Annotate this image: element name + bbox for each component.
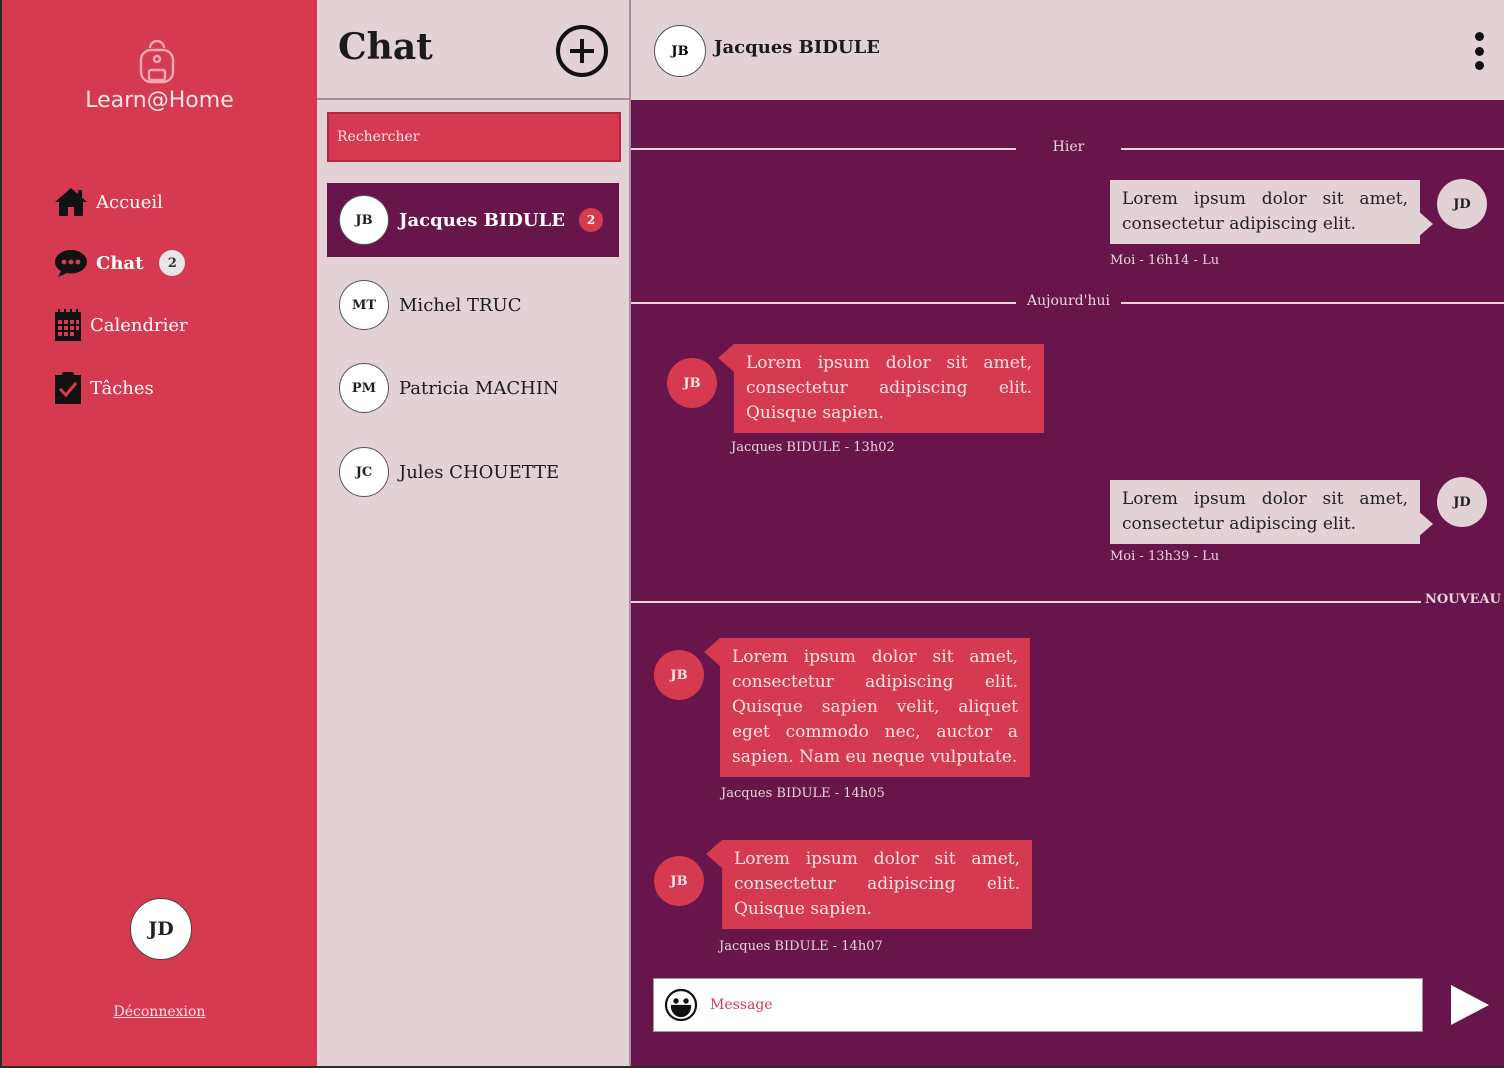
nav-label: Tâches [90, 377, 154, 399]
conversation-name: Patricia MACHIN [399, 377, 559, 399]
bubble-tail [1417, 510, 1433, 538]
message-bubble-received: Lorem ipsum dolor sit amet, consectetur … [720, 638, 1030, 777]
clipboard-check-icon [54, 371, 82, 405]
app-title: Learn@Home [85, 88, 234, 113]
message-bubble-sent: Lorem ipsum dolor sit amet, consectetur … [1110, 180, 1420, 244]
conversation-list-panel: Chat JB Jacques BIDULE 2 MT Michel TRUC … [317, 0, 629, 1066]
conversation-name: Michel TRUC [399, 294, 522, 316]
chat-header: JB Jacques BIDULE [631, 0, 1504, 100]
chat-bubble-icon [54, 246, 88, 280]
conversation-name: Jules CHOUETTE [399, 461, 560, 483]
avatar: JB [667, 358, 717, 408]
app-window: Learn@Home Accueil Chat 2 Calendrier Tâc… [2, 0, 1504, 1066]
user-avatar[interactable]: JD [130, 898, 192, 960]
page-title: Chat [338, 26, 433, 68]
calendar-icon [54, 308, 82, 342]
bubble-tail [718, 344, 734, 372]
chat-panel: JB Jacques BIDULE Hier Lorem ipsum dolor… [629, 0, 1504, 1066]
logout-link[interactable]: Déconnexion [2, 1004, 317, 1020]
message-bubble-received: Lorem ipsum dolor sit amet, consectetur … [722, 840, 1032, 929]
date-divider: Aujourd'hui [631, 293, 1504, 313]
nav-item-accueil[interactable]: Accueil [54, 184, 163, 220]
nav-item-calendrier[interactable]: Calendrier [54, 307, 188, 343]
nav-item-chat[interactable]: Chat 2 [54, 245, 186, 281]
nav-item-taches[interactable]: Tâches [54, 370, 154, 406]
sidebar: Learn@Home Accueil Chat 2 Calendrier Tâc… [2, 0, 317, 1066]
avatar: JB [654, 650, 704, 700]
conversation-item[interactable]: JC Jules CHOUETTE [327, 435, 619, 509]
contact-name: Jacques BIDULE [714, 37, 880, 58]
conversation-list-header: Chat [317, 0, 629, 100]
message-meta: Jacques BIDULE - 14h07 [719, 939, 883, 954]
bubble-tail [1417, 210, 1433, 238]
conversation-name: Jacques BIDULE [399, 209, 565, 231]
avatar: JB [654, 856, 704, 906]
avatar: JC [339, 447, 389, 497]
message-bubble-received: Lorem ipsum dolor sit amet, consectetur … [734, 344, 1044, 433]
contact-avatar[interactable]: JB [654, 25, 706, 77]
more-options-icon[interactable] [1471, 32, 1487, 70]
emoji-icon[interactable] [664, 988, 698, 1022]
message-bubble-sent: Lorem ipsum dolor sit amet, consectetur … [1110, 480, 1420, 544]
plus-circle-icon[interactable] [555, 24, 609, 78]
bubble-tail [704, 638, 720, 666]
new-messages-divider: NOUVEAU [631, 592, 1504, 612]
conversation-item[interactable]: MT Michel TRUC [327, 268, 619, 342]
avatar: MT [339, 280, 389, 330]
message-meta: Jacques BIDULE - 14h05 [721, 786, 885, 801]
unread-badge: 2 [579, 208, 603, 232]
backpack-icon [139, 40, 175, 84]
nav-label: Chat [96, 252, 144, 274]
avatar: JB [339, 195, 389, 245]
avatar: PM [339, 363, 389, 413]
search-input[interactable] [327, 112, 621, 162]
avatar: JD [1437, 179, 1487, 229]
conversation-item[interactable]: JB Jacques BIDULE 2 [327, 183, 619, 257]
message-meta: Moi - 16h14 - Lu [1110, 253, 1220, 268]
date-divider: Hier [631, 139, 1504, 159]
message-input[interactable] [710, 997, 1390, 1013]
message-meta: Moi - 13h39 - Lu [1110, 549, 1220, 564]
nav-label: Calendrier [90, 314, 188, 336]
bubble-tail [706, 840, 722, 868]
conversation-item[interactable]: PM Patricia MACHIN [327, 351, 619, 425]
home-icon [54, 185, 88, 219]
unread-badge: 2 [159, 250, 186, 276]
message-meta: Jacques BIDULE - 13h02 [731, 440, 895, 455]
message-composer [653, 978, 1423, 1032]
avatar: JD [1437, 477, 1487, 527]
send-icon[interactable] [1447, 982, 1491, 1028]
nav-label: Accueil [96, 191, 163, 213]
